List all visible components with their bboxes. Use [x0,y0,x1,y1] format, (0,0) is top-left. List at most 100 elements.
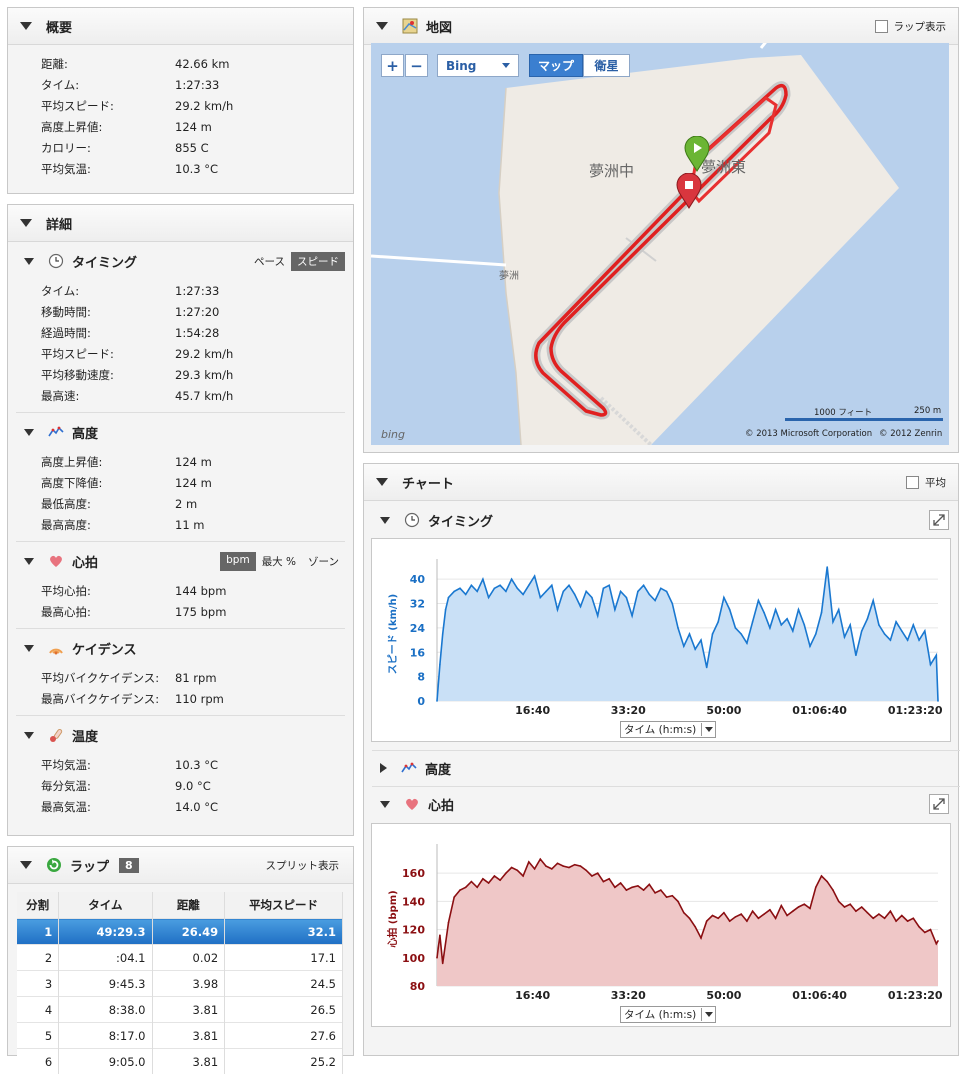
elevation-chart-header[interactable]: 高度 [372,750,960,785]
elevation-section-header[interactable]: 高度 [8,415,353,449]
data-point [792,630,794,632]
lap-row[interactable]: 149:29.326.4932.1 [17,919,343,945]
laps-column-header[interactable]: 分割 [17,892,59,919]
lap-row[interactable]: 48:38.03.8126.5 [17,997,343,1023]
details-panel: 詳細 タイミング ペース スピード タイム:1:27:33移動時間:1:27:2… [7,204,354,836]
split-view-link[interactable]: スプリット表示 [266,858,340,873]
expand-section-icon[interactable] [380,763,387,773]
heart-chart[interactable]: 8010012014016016:4033:2050:0001:06:4001:… [371,823,951,1027]
data-point [511,867,513,869]
summary-header[interactable]: 概要 [8,8,353,45]
laps-header[interactable]: ラップ 8 スプリット表示 [8,847,353,884]
timing-chart-header[interactable]: タイミング [364,503,958,537]
data-point [574,594,576,596]
data-point [442,633,444,635]
collapse-icon[interactable] [376,22,388,30]
average-label: 平均 [925,475,946,490]
collapse-icon[interactable] [376,478,388,486]
max-percent-option[interactable]: 最大 % [256,552,302,571]
data-point [488,882,490,884]
scale-feet: 1000 フィート [814,406,872,418]
heart-section-header[interactable]: 心拍 bpm 最大 % ゾーン [8,544,353,578]
x-tick-label: 16:40 [515,989,550,1002]
data-point [740,633,742,635]
lap-cell: 5 [17,1023,59,1049]
charts-header[interactable]: チャート 平均 [364,464,958,501]
data-point [890,639,892,641]
cadence-section-header[interactable]: ケイデンス [8,631,353,665]
stat-row: タイム:1:27:33 [8,74,353,95]
stat-value: 110 rpm [175,692,353,706]
lap-row[interactable]: 2:04.10.0217.1 [17,945,343,971]
lap-row[interactable]: 58:17.03.8127.6 [17,1023,343,1049]
map-mode-button[interactable]: マップ [529,54,583,77]
map-provider-select[interactable]: Bing [437,54,519,77]
heart-x-axis-select[interactable]: タイム (h:m:s) [620,1006,716,1023]
temperature-section-header[interactable]: 温度 [8,718,353,752]
laps-column-header[interactable]: タイム [59,892,152,919]
data-point [901,915,903,917]
details-header[interactable]: 詳細 [8,205,353,242]
finish-marker-icon[interactable] [676,173,702,209]
stat-row: タイム:1:27:33 [8,280,353,301]
data-point [769,627,771,629]
data-point [551,868,553,870]
bpm-option[interactable]: bpm [220,552,256,571]
average-checkbox[interactable] [906,476,919,489]
data-point [689,918,691,920]
data-point [471,585,473,587]
collapse-icon[interactable] [20,219,32,227]
timing-section-header[interactable]: タイミング ペース スピード [8,244,353,278]
summary-title: 概要 [46,17,72,36]
collapse-icon[interactable] [24,258,34,265]
map-copyright-zenrin: © 2012 Zenrin [879,429,942,439]
lap-row[interactable]: 69:05.03.8125.2 [17,1049,343,1074]
collapse-icon[interactable] [380,801,390,808]
expand-chart-button[interactable] [929,510,949,530]
data-point [884,918,886,920]
stat-row: 高度上昇値:124 m [8,451,353,472]
zoom-in-button[interactable]: + [381,54,404,77]
collapse-icon[interactable] [24,558,34,565]
data-point [913,624,915,626]
pace-option[interactable]: ペース [248,252,291,271]
collapse-icon[interactable] [24,429,34,436]
data-point [654,600,656,602]
y-axis-label: スピード (km/h) [387,594,399,674]
y-tick-label: 80 [410,980,426,993]
data-point [872,918,874,920]
x-tick-label: 33:20 [611,704,646,717]
start-marker-icon[interactable] [684,136,710,172]
collapse-icon[interactable] [24,645,34,652]
stat-row: 移動時間:1:27:20 [8,301,353,322]
expand-chart-button[interactable] [929,794,949,814]
data-point [740,913,742,915]
speed-x-axis-select[interactable]: タイム (h:m:s) [620,721,716,738]
speed-chart[interactable]: 081624324016:4033:2050:0001:06:4001:23:2… [371,538,951,742]
zone-option[interactable]: ゾーン [302,552,345,571]
map-header[interactable]: 地図 ラップ表示 [364,8,958,45]
data-point [620,591,622,593]
data-point [878,913,880,915]
laps-column-header[interactable]: 平均スピード [225,892,343,919]
average-toggle[interactable]: 平均 [906,475,946,490]
laps-column-header[interactable]: 距離 [152,892,225,919]
lap-cell: 25.2 [225,1049,343,1074]
zoom-out-button[interactable]: − [405,54,428,77]
heart-chart-header[interactable]: 心拍 [372,786,960,821]
collapse-icon[interactable] [380,517,390,524]
map-canvas[interactable]: 夢洲中 夢洲東 夢洲 + − Bing マップ 衛星 1000 フィート 250… [371,43,949,445]
collapse-icon[interactable] [20,22,32,30]
x-tick-label: 01:06:40 [792,704,847,717]
lap-row[interactable]: 39:45.33.9824.5 [17,971,343,997]
stat-row: 平均心拍:144 bpm [8,580,353,601]
stat-value: 124 m [175,455,353,469]
speed-option[interactable]: スピード [291,252,345,271]
collapse-icon[interactable] [24,732,34,739]
satellite-mode-button[interactable]: 衛星 [583,54,630,77]
lap-cell: 2 [17,945,59,971]
stat-value: 42.66 km [175,57,353,71]
lap-display-toggle[interactable]: ラップ表示 [875,19,947,34]
collapse-icon[interactable] [20,861,32,869]
lap-display-checkbox[interactable] [875,20,888,33]
